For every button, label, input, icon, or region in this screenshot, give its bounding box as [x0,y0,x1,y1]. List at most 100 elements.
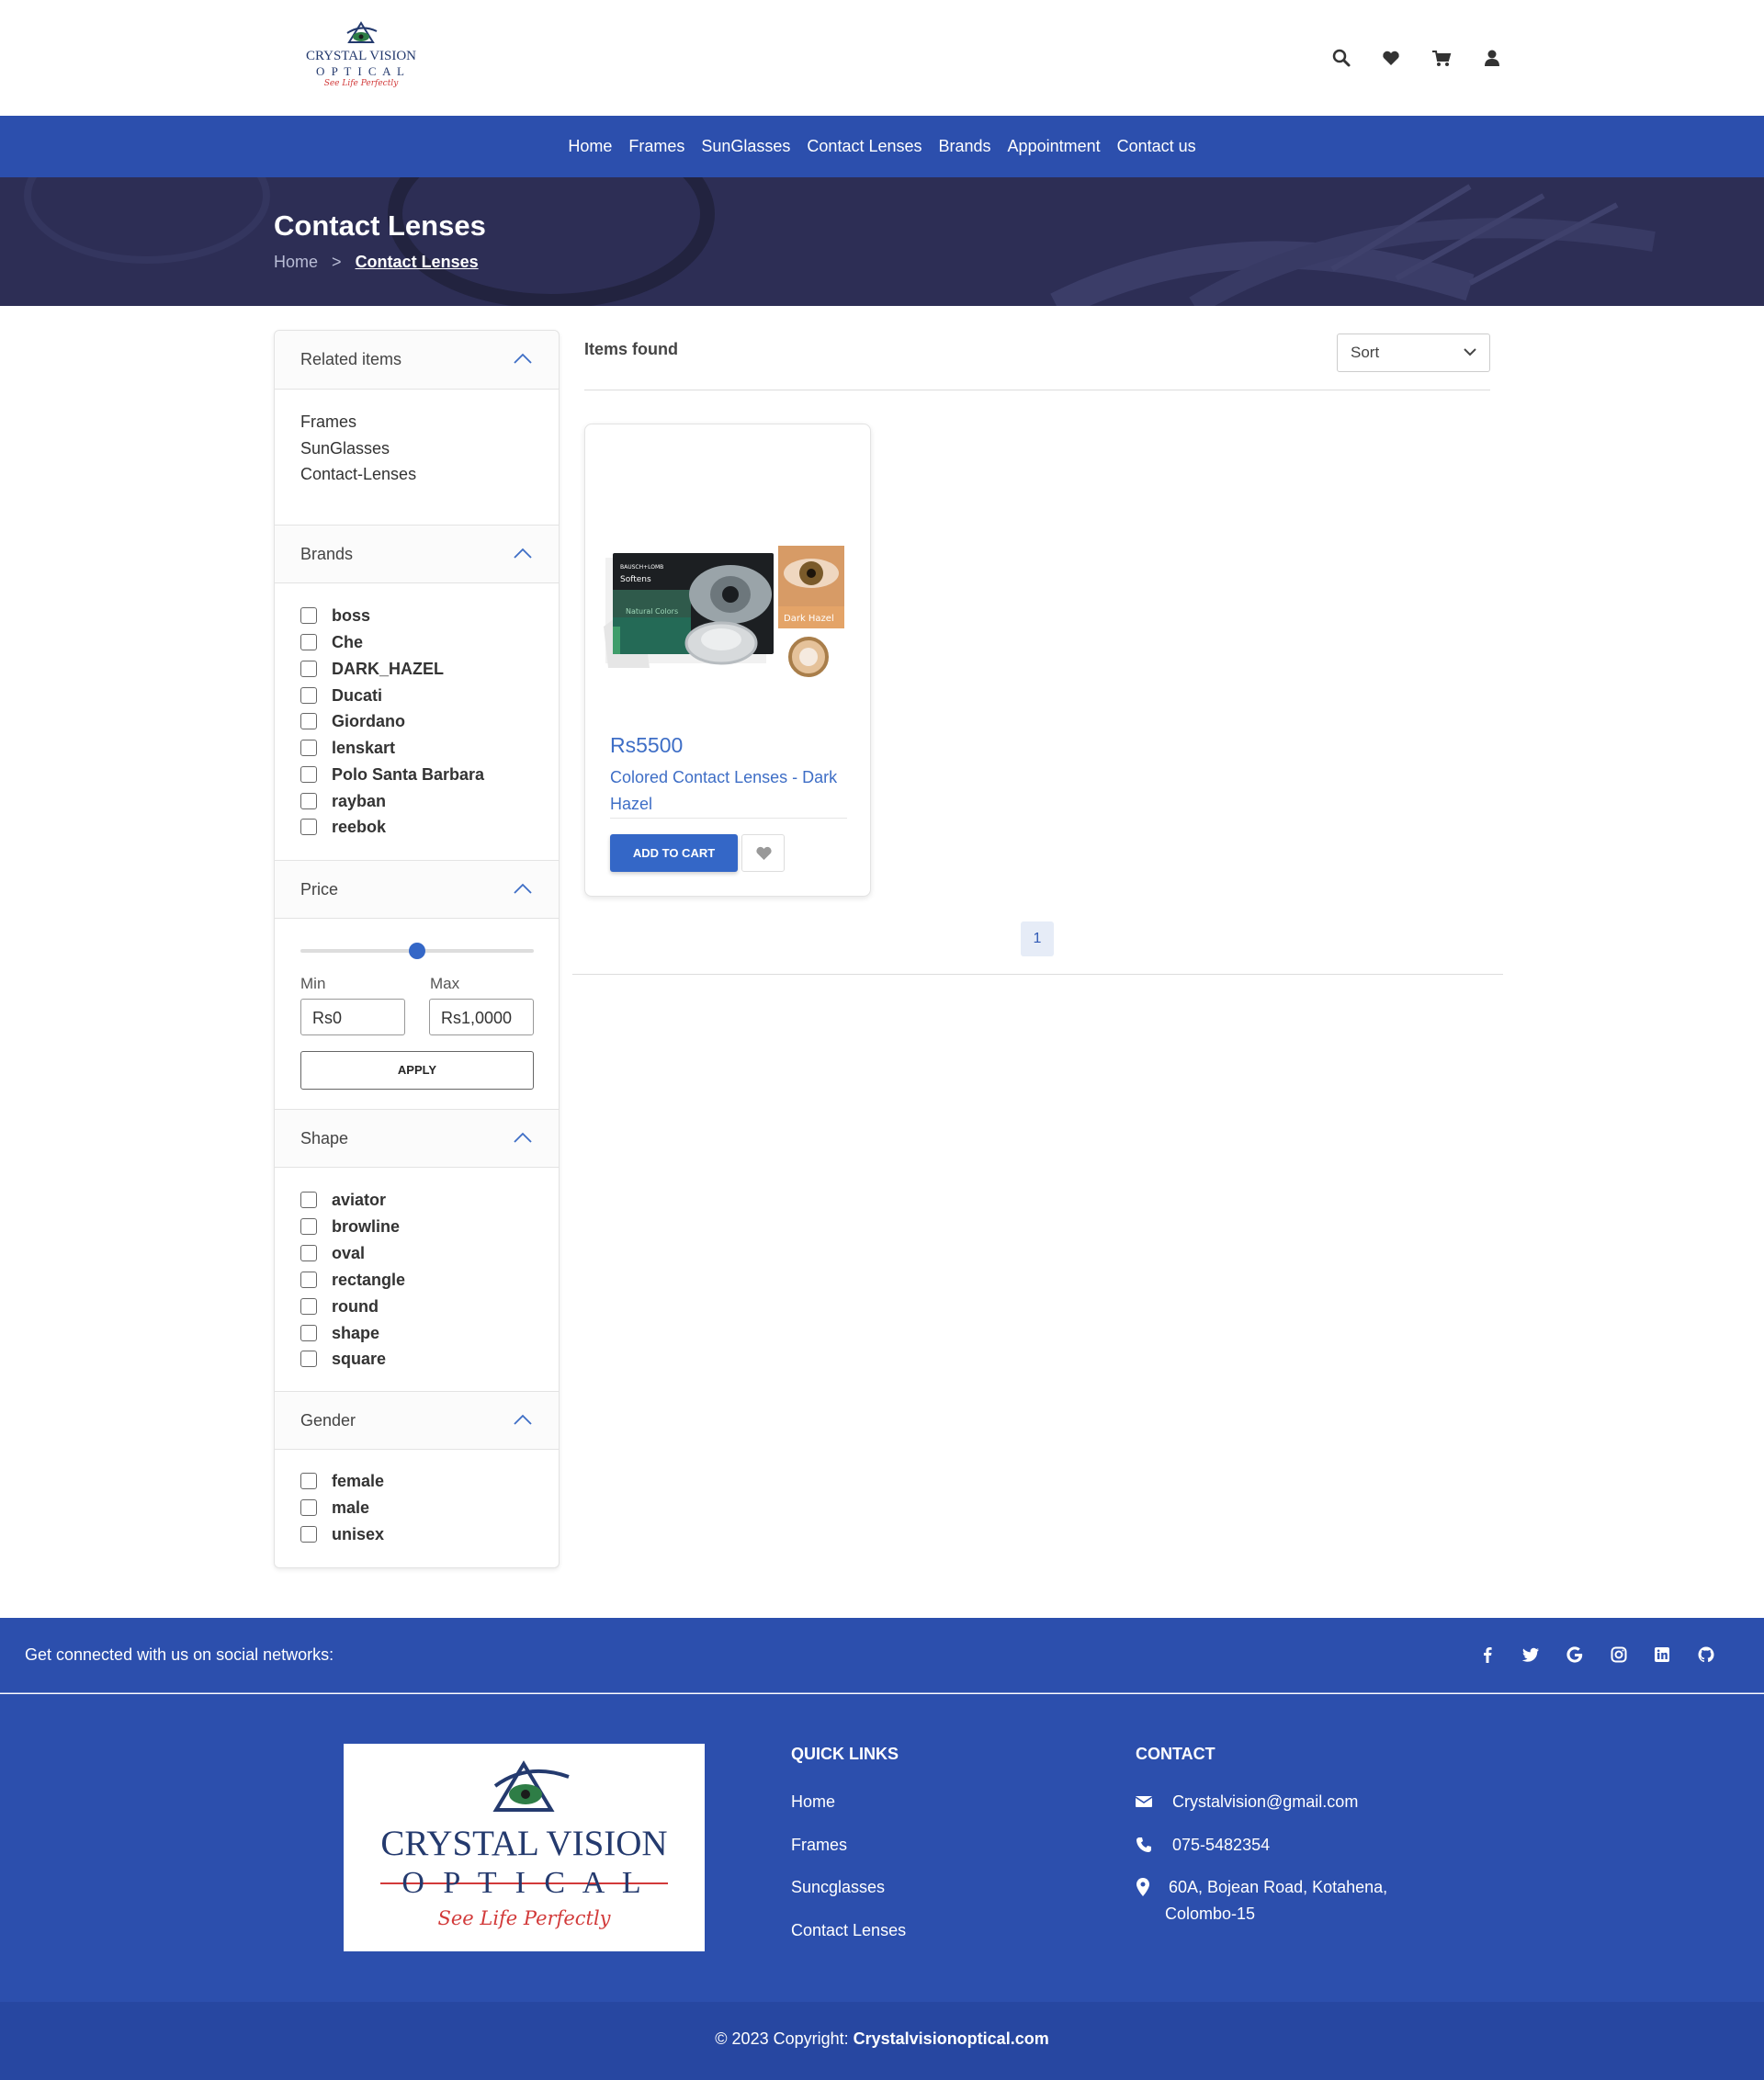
chevron-up-icon[interactable] [514,353,532,364]
gender-checkbox[interactable]: male [300,1498,369,1518]
image-shade-text: Dark Hazel [784,614,834,624]
copyright-text: © 2023 Copyright: [715,2029,854,2048]
checkbox-box[interactable] [300,634,317,650]
chevron-up-icon[interactable] [514,548,532,559]
user-icon[interactable] [1482,48,1502,68]
product-name[interactable]: Colored Contact Lenses - Dark Hazel [610,764,858,818]
checkbox-box[interactable] [300,766,317,783]
nav-frames[interactable]: Frames [628,137,684,156]
google-icon[interactable] [1565,1645,1585,1665]
facebook-icon[interactable] [1477,1645,1498,1665]
related-item-contact-lenses[interactable]: Contact-Lenses [300,465,416,484]
brands-header[interactable]: Brands [275,525,559,583]
checkbox-box[interactable] [300,1218,317,1235]
product-card[interactable]: BAUSCH+LOMB Softens Natural Colors Dark … [584,424,871,897]
contact-phone[interactable]: 075-5482354 [1172,1836,1270,1855]
max-price-input[interactable]: Rs1,0000 [429,999,534,1035]
social-bar: Get connected with us on social networks… [0,1618,1764,1693]
shape-checkbox[interactable]: browline [300,1216,400,1237]
wishlist-button[interactable] [741,834,785,872]
contact-email[interactable]: Crystalvision@gmail.com [1172,1792,1358,1812]
min-price-input[interactable]: Rs0 [300,999,405,1035]
nav-contact-us[interactable]: Contact us [1117,137,1196,156]
brand-label: lenskart [332,738,396,757]
brand-checkbox[interactable]: boss [300,605,370,626]
brand-checkbox[interactable]: Che [300,632,363,652]
twitter-icon[interactable] [1521,1645,1541,1665]
nav-appointment[interactable]: Appointment [1008,137,1101,156]
shape-checkbox[interactable]: round [300,1296,379,1317]
chevron-up-icon[interactable] [514,1132,532,1143]
shape-checkbox[interactable]: oval [300,1243,365,1263]
footer-link-frames[interactable]: Frames [791,1836,847,1855]
chevron-up-icon[interactable] [514,883,532,894]
checkbox-box[interactable] [300,1298,317,1315]
checkbox-box[interactable] [300,793,317,809]
brand-checkbox[interactable]: Ducati [300,685,382,706]
sort-label: Sort [1351,344,1380,361]
nav-brands[interactable]: Brands [939,137,991,156]
copyright-link[interactable]: Crystalvisionoptical.com [854,2029,1049,2048]
brand-checkbox[interactable]: DARK_HAZEL [300,659,444,679]
chevron-up-icon[interactable] [514,1414,532,1425]
add-to-cart-button[interactable]: ADD TO CART [610,834,738,872]
instagram-icon[interactable] [1609,1645,1629,1665]
shape-checkbox[interactable]: rectangle [300,1270,405,1290]
nav-contact-lenses[interactable]: Contact Lenses [807,137,922,156]
checkbox-box[interactable] [300,1325,317,1341]
checkbox-box[interactable] [300,687,317,704]
checkbox-box[interactable] [300,819,317,835]
brand-logo[interactable]: CRYSTAL VISION O P T I C A L See Life Pe… [292,20,430,94]
breadcrumb-current[interactable]: Contact Lenses [356,253,479,271]
checkbox-box[interactable] [300,1272,317,1288]
shape-label: shape [332,1323,380,1342]
sort-select[interactable]: Sort [1337,333,1490,372]
gender-checkbox[interactable]: unisex [300,1524,384,1544]
pagination-page-1[interactable]: 1 [1021,921,1054,956]
apply-button[interactable]: APPLY [300,1051,534,1090]
price-slider-thumb[interactable] [409,943,425,959]
checkbox-box[interactable] [300,713,317,729]
related-item-frames[interactable]: Frames [300,413,356,432]
footer-logo-subname: O P T I C A L [401,1866,647,1900]
shape-header[interactable]: Shape [275,1109,559,1168]
shape-checkbox[interactable]: shape [300,1323,379,1343]
checkbox-box[interactable] [300,1245,317,1261]
brand-checkbox[interactable]: lenskart [300,738,395,758]
breadcrumb-home[interactable]: Home [274,253,318,271]
checkbox-box[interactable] [300,661,317,677]
brand-checkbox[interactable]: rayban [300,791,386,811]
brand-label: DARK_HAZEL [332,659,445,678]
cart-icon[interactable] [1431,48,1452,68]
brand-checkbox[interactable]: reebok [300,817,386,837]
checkbox-box[interactable] [300,1473,317,1489]
checkbox-box[interactable] [300,740,317,756]
brand-checkbox[interactable]: Giordano [300,711,405,731]
checkbox-box[interactable] [300,607,317,624]
linkedin-icon[interactable] [1652,1645,1672,1665]
footer-link-contact-lenses[interactable]: Contact Lenses [791,1921,906,1940]
search-icon[interactable] [1331,48,1351,68]
nav-home[interactable]: Home [568,137,612,156]
checkbox-box[interactable] [300,1526,317,1543]
gender-header[interactable]: Gender [275,1391,559,1450]
brands-title: Brands [300,545,354,563]
heart-icon[interactable] [1381,48,1401,68]
checkbox-box[interactable] [300,1192,317,1208]
shape-checkbox[interactable]: square [300,1349,386,1369]
max-label: Max [430,975,460,992]
product-image[interactable]: BAUSCH+LOMB Softens Natural Colors Dark … [604,507,852,700]
checkbox-box[interactable] [300,1499,317,1516]
nav-sunglasses[interactable]: SunGlasses [701,137,790,156]
related-item-sunglasses[interactable]: SunGlasses [300,439,390,458]
shape-checkbox[interactable]: aviator [300,1190,386,1210]
gender-checkbox[interactable]: female [300,1471,384,1491]
checkbox-box[interactable] [300,1351,317,1367]
footer-link-home[interactable]: Home [791,1792,835,1812]
footer-logo-name: CRYSTAL VISION [380,1824,668,1863]
related-items-header[interactable]: Related items [275,331,559,390]
price-header[interactable]: Price [275,860,559,919]
github-icon[interactable] [1696,1645,1716,1665]
brand-checkbox[interactable]: Polo Santa Barbara [300,764,484,785]
footer-link-sunglasses[interactable]: Suncglasses [791,1878,885,1897]
